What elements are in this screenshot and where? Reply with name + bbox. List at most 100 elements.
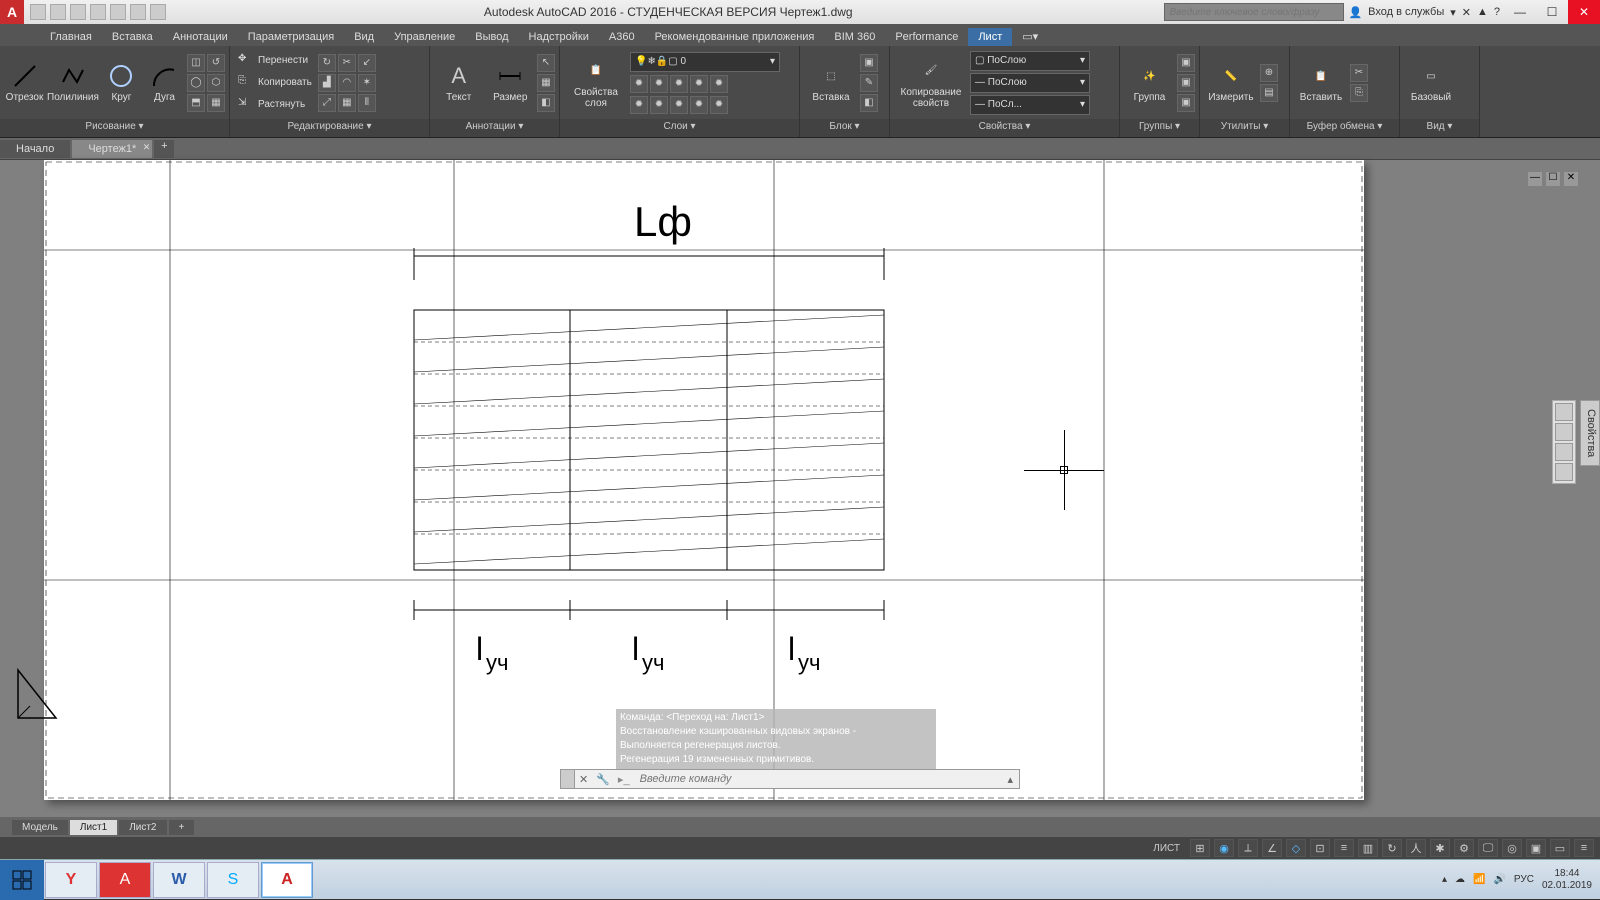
signin-label[interactable]: Вход в службы (1368, 6, 1444, 18)
layer-tool5-icon[interactable]: ✹ (710, 75, 728, 93)
qat-plot-icon[interactable] (110, 4, 126, 20)
group-button[interactable]: ✨Группа (1124, 50, 1175, 116)
draw-tool4-icon[interactable]: ⬡ (207, 74, 225, 92)
layer-dropdown[interactable]: 💡❄🔒▢ 0▾ (630, 52, 780, 72)
status-osnap-icon[interactable]: ◇ (1286, 839, 1306, 857)
layer-tool9-icon[interactable]: ✹ (690, 96, 708, 114)
status-annovis-icon[interactable]: ✱ (1430, 839, 1450, 857)
status-ws-icon[interactable]: ⚙ (1454, 839, 1474, 857)
explode-icon[interactable]: ✶ (358, 74, 376, 92)
rotate-icon[interactable]: ↻ (318, 54, 336, 72)
taskbar-word-icon[interactable]: W (153, 862, 205, 898)
filetab-current[interactable]: Чертеж1*✕ (72, 140, 152, 158)
measure-button[interactable]: 📏Измерить (1204, 50, 1258, 116)
qat-redo-icon[interactable] (150, 4, 166, 20)
qat-save-icon[interactable] (70, 4, 86, 20)
layer-tool10-icon[interactable]: ✹ (710, 96, 728, 114)
panel-utils-title[interactable]: Утилиты ▾ (1200, 119, 1289, 137)
status-monitor-icon[interactable]: 🖵 (1478, 839, 1498, 857)
tab-insert[interactable]: Вставка (102, 28, 163, 46)
fillet-icon[interactable]: ◠ (338, 74, 356, 92)
signin-icon[interactable]: 👤 (1348, 6, 1362, 19)
qat-undo-icon[interactable] (130, 4, 146, 20)
cmdline-tool-icon[interactable]: 🔧 (592, 773, 614, 786)
draw-tool6-icon[interactable]: ▦ (207, 94, 225, 112)
polyline-button[interactable]: Полилиния (47, 50, 99, 116)
taskbar-yandex-icon[interactable]: Y (45, 862, 97, 898)
close-tab-icon[interactable]: ✕ (143, 142, 151, 153)
layouttab-sheet1[interactable]: Лист1 (70, 820, 117, 835)
layer-tool6-icon[interactable]: ✹ (630, 96, 648, 114)
tray-volume-icon[interactable]: 🔊 (1493, 874, 1505, 885)
qat-open-icon[interactable] (50, 4, 66, 20)
arc-button[interactable]: Дуга (144, 50, 185, 116)
annot-tool-icon[interactable]: ◧ (537, 94, 555, 112)
panel-draw-title[interactable]: Рисование ▾ (0, 119, 229, 137)
group-tool2-icon[interactable]: ▣ (1177, 74, 1195, 92)
copy-button[interactable]: ⎘Копировать (234, 73, 316, 93)
new-tab-button[interactable]: + (154, 140, 174, 158)
cmdline-handle[interactable] (561, 770, 575, 788)
stayconnected-icon[interactable]: ▲ (1477, 6, 1488, 18)
linetype-dropdown[interactable]: — ПоСл...▾ (970, 95, 1090, 115)
layouttab-sheet2[interactable]: Лист2 (119, 820, 166, 835)
panel-groups-title[interactable]: Группы ▾ (1120, 119, 1199, 137)
tab-home[interactable]: Главная (40, 28, 102, 46)
panel-props-title[interactable]: Свойства ▾ (890, 119, 1119, 137)
insert-block-button[interactable]: ⬚Вставка (804, 50, 858, 116)
cmdline-recent-icon[interactable]: ▴ (1001, 773, 1019, 786)
trim-icon[interactable]: ✂ (338, 54, 356, 72)
palette-close-icon[interactable]: ✕ (1564, 172, 1578, 186)
layouttab-add[interactable]: + (169, 820, 195, 835)
match-properties-button[interactable]: 🖌Копирование свойств (894, 50, 968, 116)
circle-button[interactable]: Круг (101, 50, 142, 116)
status-clean-icon[interactable]: ▭ (1550, 839, 1570, 857)
tab-layout[interactable]: Лист (968, 28, 1012, 46)
panel-edit-title[interactable]: Редактирование ▾ (230, 119, 429, 137)
tab-featured[interactable]: Рекомендованные приложения (645, 28, 825, 46)
layer-tool1-icon[interactable]: ✹ (630, 75, 648, 93)
draw-tool1-icon[interactable]: ◫ (187, 54, 205, 72)
maximize-button[interactable]: ☐ (1536, 0, 1568, 24)
minimize-button[interactable]: — (1504, 0, 1536, 24)
util-tool2-icon[interactable]: ▤ (1260, 84, 1278, 102)
qat-saveas-icon[interactable] (90, 4, 106, 20)
tray-clock[interactable]: 18:44 02.01.2019 (1542, 868, 1592, 892)
help-icon[interactable]: ? (1494, 6, 1500, 18)
tab-bim360[interactable]: BIM 360 (824, 28, 885, 46)
command-input[interactable] (634, 773, 1002, 785)
block-tool1-icon[interactable]: ▣ (860, 54, 878, 72)
layer-tool7-icon[interactable]: ✹ (650, 96, 668, 114)
scale-icon[interactable]: ⤢ (318, 94, 336, 112)
search-input[interactable] (1165, 7, 1343, 18)
lineweight-dropdown[interactable]: — ПоСлою▾ (970, 73, 1090, 93)
array-icon[interactable]: ▦ (338, 94, 356, 112)
dimension-button[interactable]: Размер (486, 50, 536, 116)
tab-annotate[interactable]: Аннотации (163, 28, 238, 46)
exchange-icon[interactable]: ✕ (1462, 6, 1471, 19)
tab-parametric[interactable]: Параметризация (238, 28, 344, 46)
tab-output[interactable]: Вывод (465, 28, 518, 46)
status-transp-icon[interactable]: ▥ (1358, 839, 1378, 857)
qat-new-icon[interactable] (30, 4, 46, 20)
layer-properties-button[interactable]: 📋Свойства слоя (564, 50, 628, 116)
layer-tool2-icon[interactable]: ✹ (650, 75, 668, 93)
nav-pan-icon[interactable] (1555, 423, 1573, 441)
table-icon[interactable]: ▦ (537, 74, 555, 92)
close-button[interactable]: ✕ (1568, 0, 1600, 24)
group-tool3-icon[interactable]: ▣ (1177, 94, 1195, 112)
group-tool1-icon[interactable]: ▣ (1177, 54, 1195, 72)
line-button[interactable]: Отрезок (4, 50, 45, 116)
properties-palette-collapsed[interactable]: Свойства (1580, 400, 1600, 466)
mirror-icon[interactable]: ▟ (318, 74, 336, 92)
nav-orbit-icon[interactable] (1555, 463, 1573, 481)
tray-lang[interactable]: РУС (1514, 874, 1534, 885)
text-button[interactable]: AТекст (434, 50, 484, 116)
color-dropdown[interactable]: ▢ ПоСлою▾ (970, 51, 1090, 71)
start-button[interactable] (0, 860, 44, 900)
status-cycle-icon[interactable]: ↻ (1382, 839, 1402, 857)
base-view-button[interactable]: ▭Базовый (1404, 50, 1458, 116)
copy-clip-icon[interactable]: ⎘ (1350, 84, 1368, 102)
offset-icon[interactable]: ⫴ (358, 94, 376, 112)
status-snap-icon[interactable]: ◉ (1214, 839, 1234, 857)
